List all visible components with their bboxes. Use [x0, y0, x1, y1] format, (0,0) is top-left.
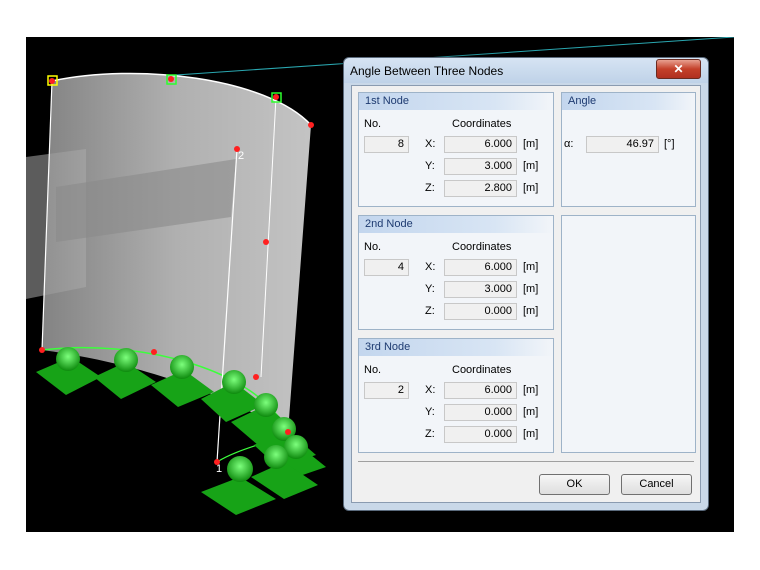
coordinates-label: Coordinates: [452, 241, 512, 253]
coordinates-label: Coordinates: [452, 364, 512, 376]
node-label-2: 2: [238, 150, 245, 162]
group-header: 3rd Node: [359, 339, 553, 356]
angle-heading: Angle: [568, 95, 597, 107]
x-field[interactable]: 6.000: [444, 136, 517, 153]
y-field[interactable]: 3.000: [444, 281, 517, 298]
y-label: Y:: [425, 406, 435, 418]
unit-label: [m]: [523, 182, 539, 194]
close-icon: ✕: [673, 62, 684, 76]
angle-unit-label: [°]: [664, 138, 675, 150]
alpha-label: α:: [564, 138, 574, 150]
angle-dialog: Angle Between Three Nodes ✕ 1st Node No.…: [343, 57, 709, 511]
unit-label: [m]: [523, 384, 539, 396]
z-label: Z:: [425, 305, 435, 317]
ok-button[interactable]: OK: [539, 474, 610, 495]
z-field[interactable]: 0.000: [444, 303, 517, 320]
x-label: X:: [425, 138, 436, 150]
node-no-field[interactable]: 8: [364, 136, 409, 153]
unit-label: [m]: [523, 160, 539, 172]
group-header: Angle: [562, 93, 695, 110]
unit-label: [m]: [523, 283, 539, 295]
no-label: No.: [364, 364, 382, 376]
z-field[interactable]: 0.000: [444, 426, 517, 443]
x-label: X:: [425, 384, 436, 396]
second-node-group: 2nd Node No. Coordinates 4 X: 6.000 [m] …: [358, 215, 554, 330]
no-label: No.: [364, 241, 382, 253]
second-node-heading: 2nd Node: [365, 218, 413, 230]
coordinates-label: Coordinates: [452, 118, 512, 130]
x-label: X:: [425, 261, 436, 273]
unit-label: [m]: [523, 261, 539, 273]
node-no-field[interactable]: 2: [364, 382, 409, 399]
unit-label: [m]: [523, 305, 539, 317]
dialog-client: 1st Node No. Coordinates 8 X: 6.000 [m] …: [351, 85, 701, 503]
unit-label: [m]: [523, 428, 539, 440]
dialog-title: Angle Between Three Nodes: [350, 64, 504, 78]
dialog-titlebar[interactable]: Angle Between Three Nodes ✕: [344, 58, 708, 83]
x-field[interactable]: 6.000: [444, 259, 517, 276]
angle-value-field[interactable]: 46.97: [586, 136, 659, 153]
first-node-group: 1st Node No. Coordinates 8 X: 6.000 [m] …: [358, 92, 554, 207]
cancel-button[interactable]: Cancel: [621, 474, 692, 495]
empty-panel: [561, 215, 696, 453]
group-header: 2nd Node: [359, 216, 553, 233]
no-label: No.: [364, 118, 382, 130]
close-button[interactable]: ✕: [656, 59, 701, 79]
z-label: Z:: [425, 428, 435, 440]
third-node-heading: 3rd Node: [365, 341, 411, 353]
y-label: Y:: [425, 160, 435, 172]
y-field[interactable]: 3.000: [444, 158, 517, 175]
node-no-field[interactable]: 4: [364, 259, 409, 276]
y-label: Y:: [425, 283, 435, 295]
y-field[interactable]: 0.000: [444, 404, 517, 421]
angle-group: Angle α: 46.97 [°]: [561, 92, 696, 207]
third-node-group: 3rd Node No. Coordinates 2 X: 6.000 [m] …: [358, 338, 554, 453]
separator: [358, 461, 694, 462]
group-header: 1st Node: [359, 93, 553, 110]
unit-label: [m]: [523, 406, 539, 418]
x-field[interactable]: 6.000: [444, 382, 517, 399]
node-label-1: 1: [216, 463, 223, 475]
z-label: Z:: [425, 182, 435, 194]
unit-label: [m]: [523, 138, 539, 150]
z-field[interactable]: 2.800: [444, 180, 517, 197]
first-node-heading: 1st Node: [365, 95, 410, 107]
